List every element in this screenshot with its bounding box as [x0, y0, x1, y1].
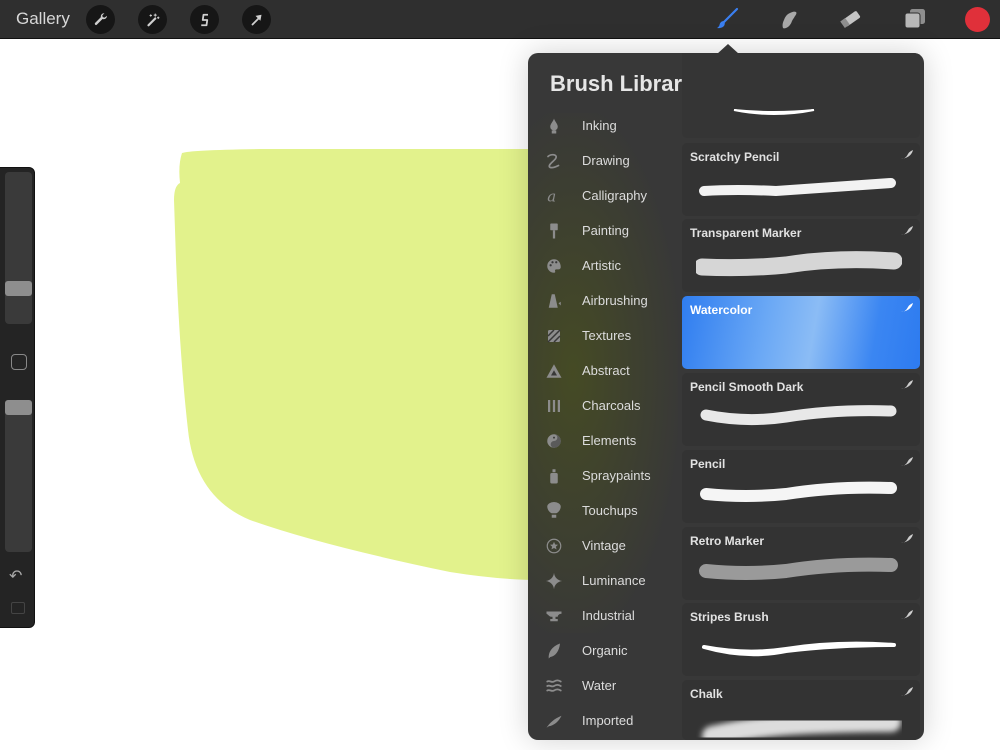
feather-icon	[544, 711, 564, 731]
brush-stroke-preview	[699, 178, 896, 197]
brush-stroke-preview	[700, 405, 897, 426]
category-item[interactable]: Water	[528, 668, 678, 703]
brush-stroke-preview	[702, 641, 896, 657]
actions-button[interactable]	[86, 5, 115, 34]
brush-tool-button[interactable]	[714, 6, 740, 32]
redo-icon[interactable]	[11, 602, 25, 614]
leaf-icon	[544, 641, 564, 661]
brush-stroke-preview	[700, 481, 897, 502]
top-toolbar: Gallery	[0, 0, 1000, 39]
brush-type-icon	[901, 380, 913, 389]
brush-stroke-preview	[702, 712, 901, 740]
category-item[interactable]: Painting	[528, 213, 678, 248]
brush-library-panel: Brush Library Inking Drawing a Calligrap…	[528, 53, 924, 740]
yin-yang-icon	[544, 431, 564, 451]
palette-icon	[544, 256, 564, 276]
pen-nib-icon	[544, 116, 564, 136]
category-item[interactable]: Organic	[528, 633, 678, 668]
brush-icon	[717, 7, 739, 29]
eraser-icon	[840, 11, 861, 28]
calligraphy-a-icon: a	[544, 186, 564, 206]
squiggle-icon	[544, 151, 564, 171]
selection-s-icon	[200, 13, 208, 26]
brush-stroke-preview	[699, 557, 898, 580]
brush-type-icon	[901, 457, 913, 466]
wrench-icon	[94, 12, 107, 25]
magic-wand-icon	[146, 12, 160, 26]
sparkle-icon	[544, 571, 564, 591]
category-item[interactable]: a Calligraphy	[528, 178, 678, 213]
brush-item[interactable]: Chalk	[682, 680, 920, 740]
airbrush-icon	[544, 291, 564, 311]
opacity-slider-thumb[interactable]	[5, 400, 32, 415]
opacity-slider[interactable]	[5, 400, 32, 552]
category-item[interactable]: Touchups	[528, 493, 678, 528]
category-item[interactable]: Drawing	[528, 143, 678, 178]
arrow-cursor-icon	[251, 14, 261, 25]
brush-list[interactable]: Scratchy Pencil Transparent Marker Water…	[682, 53, 920, 740]
layers-icon	[904, 9, 925, 29]
category-item[interactable]: Charcoals	[528, 388, 678, 423]
category-item[interactable]: Airbrushing	[528, 283, 678, 318]
anvil-icon	[544, 606, 564, 626]
paintbrush-icon	[544, 221, 564, 241]
selection-button[interactable]	[190, 5, 219, 34]
triangle-icon	[544, 361, 564, 381]
smudge-tool-button[interactable]	[776, 6, 802, 32]
touchup-brush-icon	[544, 501, 564, 521]
category-item[interactable]: Inking	[528, 108, 678, 143]
left-sidebar: ↶	[0, 167, 35, 628]
category-item[interactable]: Spraypaints	[528, 458, 678, 493]
charcoal-sticks-icon	[544, 396, 564, 416]
brush-item[interactable]: Retro Marker	[682, 527, 920, 600]
brush-library-title: Brush Library	[550, 71, 695, 96]
brush-item[interactable]: Stripes Brush	[682, 603, 920, 676]
category-item[interactable]: Textures	[528, 318, 678, 353]
star-circle-icon	[544, 536, 564, 556]
modify-button[interactable]	[11, 354, 27, 370]
brush-item-selected[interactable]: Watercolor	[682, 296, 920, 369]
adjustments-button[interactable]	[138, 5, 167, 34]
undo-icon[interactable]: ↶	[9, 566, 22, 586]
brush-stroke-preview	[733, 109, 815, 115]
category-item[interactable]: Abstract	[528, 353, 678, 388]
brush-item[interactable]: Transparent Marker	[682, 219, 920, 292]
category-item[interactable]: Artistic	[528, 248, 678, 283]
category-item[interactable]: Imported	[528, 703, 678, 738]
waves-icon	[544, 676, 564, 696]
transform-button[interactable]	[242, 5, 271, 34]
brush-type-icon	[901, 150, 913, 159]
brush-size-slider-thumb[interactable]	[5, 281, 32, 296]
brush-item[interactable]: Pencil Smooth Dark	[682, 373, 920, 446]
texture-icon	[544, 326, 564, 346]
brush-size-slider[interactable]	[5, 172, 32, 324]
brush-type-icon	[901, 303, 913, 312]
brush-stroke-preview	[696, 251, 902, 277]
category-item[interactable]: Elements	[528, 423, 678, 458]
brush-type-icon	[901, 687, 913, 696]
smudge-finger-icon	[782, 11, 797, 29]
svg-text:a: a	[547, 187, 556, 205]
category-item[interactable]: Vintage	[528, 528, 678, 563]
brush-type-icon	[901, 226, 913, 235]
brush-item[interactable]: Scratchy Pencil	[682, 143, 920, 216]
brush-type-icon	[901, 534, 913, 543]
layers-button[interactable]	[902, 6, 928, 32]
category-item[interactable]: Luminance	[528, 563, 678, 598]
brush-type-icon	[901, 610, 913, 619]
color-picker-button[interactable]	[965, 7, 990, 32]
eraser-tool-button[interactable]	[838, 6, 864, 32]
spray-can-icon	[544, 466, 564, 486]
category-item[interactable]: Industrial	[528, 598, 678, 633]
brush-item[interactable]: Pencil	[682, 450, 920, 523]
brush-item[interactable]	[682, 53, 920, 138]
gallery-button[interactable]: Gallery	[16, 9, 70, 29]
